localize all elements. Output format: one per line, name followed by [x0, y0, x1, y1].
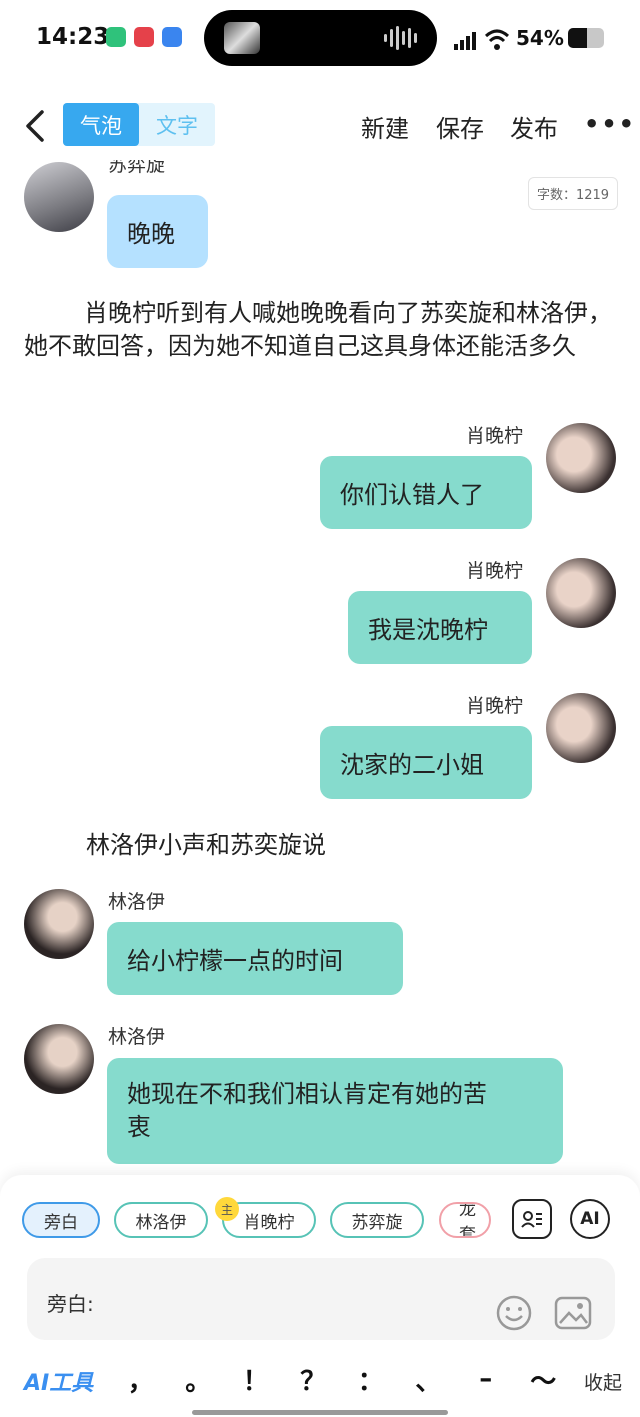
audio-wave-icon [384, 26, 417, 50]
chevron-left-icon[interactable] [18, 106, 58, 146]
avatar-xiao[interactable] [546, 423, 616, 493]
role-card-icon[interactable] [512, 1199, 552, 1239]
punct-exclamation[interactable]: ！ [236, 1361, 276, 1398]
narration-text[interactable]: 林洛伊小声和苏奕旋说 [86, 829, 326, 862]
new-button[interactable]: 新建 [361, 109, 409, 144]
avatar-su[interactable] [24, 162, 94, 232]
speaker-name: 肖晚柠 [466, 695, 524, 717]
punct-colon[interactable]: ： [351, 1361, 391, 1398]
role-chip-lin[interactable]: 林洛伊 [114, 1202, 208, 1238]
bubble-text-line: 衷 [127, 1113, 151, 1141]
punct-enumeration-comma[interactable]: 、 [408, 1361, 448, 1398]
word-count-badge: 字数：1219 [528, 177, 618, 210]
contact-card-icon [521, 1211, 542, 1228]
role-chip-su[interactable]: 苏弈旋 [330, 1202, 424, 1238]
avatar-lin[interactable] [24, 889, 94, 959]
emoji-icon[interactable] [496, 1295, 532, 1331]
chat-bubble[interactable]: 她现在不和我们相认肯定有她的苦 衷 [107, 1058, 563, 1164]
avatar-lin[interactable] [24, 1024, 94, 1094]
punct-comma[interactable]: ， [121, 1361, 161, 1398]
chat-bubble[interactable]: 我是沈晚柠 [348, 591, 532, 664]
main-role-badge: 主 [215, 1197, 239, 1221]
mode-switch: 气泡 文字 [63, 103, 215, 146]
speaker-name: 肖晚柠 [466, 560, 524, 582]
signal-wifi-icon [454, 29, 510, 50]
avatar-xiao[interactable] [546, 693, 616, 763]
input-role-label: 旁白: [47, 1292, 94, 1316]
message-input[interactable] [107, 1278, 487, 1318]
image-icon[interactable] [554, 1295, 592, 1331]
punctuation-bar: ， 。 ！ ？ ： 、 – ～ [112, 1350, 572, 1408]
chat-bubble[interactable]: 沈家的二小姐 [320, 726, 532, 799]
home-indicator[interactable] [192, 1410, 448, 1415]
punct-tilde[interactable]: ～ [523, 1361, 563, 1398]
narration-text[interactable]: 肖晚柠听到有人喊她晚晚看向了苏奕旋和林洛伊，她不敢回答，因为她不知道自己这具身体… [24, 297, 620, 363]
avatar-xiao[interactable] [546, 558, 616, 628]
media-thumbnail [224, 22, 260, 54]
status-time: 14:23 [36, 24, 110, 50]
speaker-name: 苏弈旋 [108, 160, 166, 176]
tab-bubble[interactable]: 气泡 [63, 103, 139, 146]
ai-tools-button[interactable]: AI工具 [24, 1365, 93, 1397]
dynamic-island [204, 10, 437, 66]
publish-button[interactable]: 发布 [510, 109, 558, 144]
battery-icon [568, 28, 604, 48]
speaker-name: 林洛伊 [108, 1026, 166, 1048]
chat-bubble[interactable]: 晚晚 [107, 195, 208, 268]
app-pen-icon [162, 27, 182, 47]
status-bar: 14:23 54% [0, 0, 640, 78]
speaker-name: 林洛伊 [108, 891, 166, 913]
punct-period[interactable]: 。 [178, 1361, 218, 1398]
role-chip-narrator[interactable]: 旁白 [22, 1202, 100, 1238]
bubble-text-line: 她现在不和我们相认肯定有她的苦 [127, 1080, 487, 1108]
screen: 14:23 54% 气泡 文字 新建 保存 发布 ••• 字数：1219 苏弈旋… [0, 0, 640, 1417]
app-heart-icon [134, 27, 154, 47]
speaker-name: 肖晚柠 [466, 425, 524, 447]
chat-bubble[interactable]: 给小柠檬一点的时间 [107, 922, 403, 995]
ai-button[interactable]: AI [570, 1199, 610, 1239]
punct-question[interactable]: ？ [293, 1361, 333, 1398]
role-chip-extra[interactable]: 龙套 [439, 1202, 491, 1238]
editor-header: 气泡 文字 新建 保存 发布 ••• [0, 100, 640, 156]
more-button[interactable]: ••• [584, 110, 636, 138]
notification-icons [106, 27, 182, 47]
collapse-button[interactable]: 收起 [584, 1368, 622, 1395]
chat-bubble[interactable]: 你们认错人了 [320, 456, 532, 529]
punct-dash[interactable]: – [466, 1364, 506, 1394]
tab-text[interactable]: 文字 [139, 103, 215, 146]
app-b-icon [106, 27, 126, 47]
save-button[interactable]: 保存 [436, 109, 484, 144]
battery-percent: 54% [516, 26, 564, 50]
